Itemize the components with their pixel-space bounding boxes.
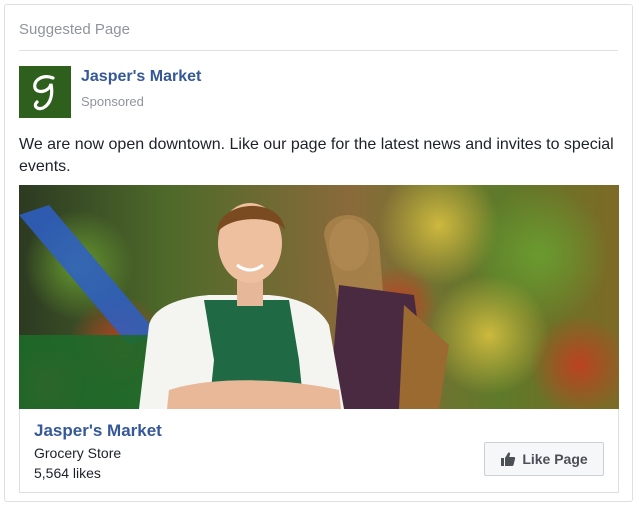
page-like-count: 5,564 likes [34, 465, 101, 481]
thumbs-up-icon [500, 451, 516, 467]
page-name-link[interactable]: Jasper's Market [81, 68, 201, 86]
grocery-store-photo[interactable] [19, 185, 619, 409]
like-page-label: Like Page [522, 451, 588, 467]
page-category: Grocery Store [34, 445, 122, 461]
like-page-button[interactable]: Like Page [484, 442, 604, 476]
card-header: Suggested Page [19, 19, 618, 51]
card-header-title: Suggested Page [19, 21, 130, 38]
page-attachment[interactable]: Jasper's Market Grocery Store 5,564 like… [19, 409, 619, 493]
attachment-page-name[interactable]: Jasper's Market [34, 421, 162, 441]
sponsored-label: Sponsored [81, 94, 144, 109]
post-text: We are now open downtown. Like our page … [19, 136, 614, 175]
post-header: Jasper's Market Sponsored [19, 66, 618, 118]
avatar[interactable] [19, 66, 71, 118]
photo-illustration [19, 185, 619, 409]
suggested-page-card: Suggested Page Jasper's Market Sponsored… [4, 4, 633, 502]
page-logo-icon [33, 75, 55, 111]
